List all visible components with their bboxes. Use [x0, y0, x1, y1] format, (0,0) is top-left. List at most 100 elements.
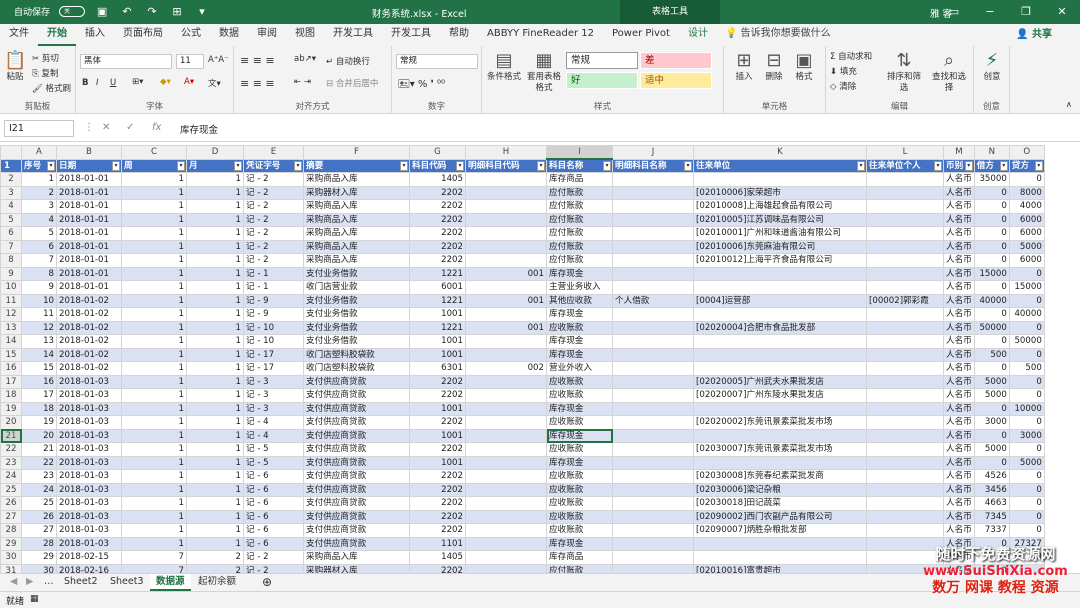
cell[interactable]: 5000 [973, 374, 1010, 389]
cell[interactable]: 库存现金 [546, 347, 613, 362]
row-header[interactable]: 2 [0, 172, 22, 187]
cell[interactable]: 0 [973, 280, 1010, 295]
cell[interactable]: 0 [973, 253, 1010, 268]
cell[interactable]: 应付账款 [546, 212, 613, 227]
cell[interactable] [866, 347, 944, 362]
redo-icon[interactable]: ↷ [144, 5, 160, 18]
cell[interactable]: 6001 [409, 280, 466, 295]
cell[interactable] [612, 509, 694, 524]
cell[interactable] [465, 388, 547, 403]
cell[interactable]: 采购商品入库 [303, 199, 410, 214]
cell[interactable] [612, 334, 694, 349]
filter-dropdown-icon[interactable]: ▾ [537, 160, 545, 171]
filter-dropdown-icon[interactable]: ▾ [177, 160, 185, 171]
select-all-corner[interactable] [0, 145, 22, 160]
cell[interactable]: 2 [186, 550, 244, 565]
cell[interactable]: 应收账款 [546, 469, 613, 484]
cell[interactable]: 收门店塑料胶袋款 [303, 347, 410, 362]
cell[interactable]: 应收账款 [546, 320, 613, 335]
cell[interactable]: 1 [121, 253, 187, 268]
cell[interactable] [693, 401, 867, 416]
tab-file[interactable]: 文件 [0, 24, 38, 46]
cell[interactable]: 应收账款 [546, 509, 613, 524]
cell[interactable]: 1 [186, 212, 244, 227]
header-cell[interactable]: 日期 ▾ [56, 158, 122, 173]
cell[interactable]: 1 [121, 482, 187, 497]
cell[interactable]: 6301 [409, 361, 466, 376]
cell[interactable]: 1 [121, 523, 187, 538]
cell[interactable]: 7337 [973, 523, 1010, 538]
column-header-K[interactable]: K [693, 145, 867, 160]
cell[interactable]: [02090002]西门农副产品有限公司 [693, 509, 867, 524]
cell[interactable]: 0 [1008, 482, 1045, 497]
cell[interactable]: 1 [121, 428, 187, 443]
cell[interactable]: 1 [121, 199, 187, 214]
cell[interactable] [866, 496, 944, 511]
row-header[interactable]: 11 [0, 293, 22, 308]
column-header-G[interactable]: G [409, 145, 466, 160]
filter-dropdown-icon[interactable]: ▾ [684, 160, 692, 171]
cell[interactable] [612, 185, 694, 200]
cell[interactable]: 0 [973, 334, 1010, 349]
cell[interactable]: 1001 [409, 334, 466, 349]
cell[interactable]: 应付账款 [546, 185, 613, 200]
column-header-O[interactable]: O [1008, 145, 1045, 160]
cell[interactable]: 支付供应商贷款 [303, 455, 410, 470]
cell[interactable] [465, 509, 547, 524]
cell[interactable]: 2018-01-02 [56, 320, 122, 335]
insert-cells-button[interactable]: ⊞ 插入 [730, 50, 758, 83]
tab-data[interactable]: 数据 [210, 24, 248, 46]
filter-dropdown-icon[interactable]: ▾ [112, 160, 120, 171]
cell[interactable]: 支付供应商贷款 [303, 523, 410, 538]
cell[interactable]: 人名币 [943, 239, 975, 254]
cell[interactable]: [02030007]东莞讯景素菜批发市场 [693, 442, 867, 457]
cell[interactable]: 应付账款 [546, 253, 613, 268]
cell[interactable]: 1001 [409, 401, 466, 416]
cell[interactable]: 5000 [973, 442, 1010, 457]
cell[interactable]: 6000 [1008, 253, 1045, 268]
cell[interactable]: 应付账款 [546, 226, 613, 241]
save-icon[interactable]: ▣ [94, 5, 110, 18]
cell[interactable]: 2018-01-03 [56, 536, 122, 551]
cell[interactable]: 0 [1008, 374, 1045, 389]
cell[interactable]: 主营业务收入 [546, 280, 613, 295]
cell[interactable]: 2202 [409, 496, 466, 511]
cell[interactable]: 1 [186, 442, 244, 457]
cell[interactable]: 7345 [973, 509, 1010, 524]
cell[interactable]: 500 [1008, 361, 1045, 376]
cell[interactable] [612, 563, 694, 573]
cell[interactable]: [02010008]上海雄起食品有限公司 [693, 199, 867, 214]
cell[interactable]: 001 [465, 266, 547, 281]
cell[interactable] [612, 428, 694, 443]
cell[interactable]: 2 [186, 563, 244, 573]
row-header[interactable]: 4 [0, 199, 22, 214]
cell[interactable]: 19 [21, 415, 57, 430]
cell[interactable]: 支付业务借款 [303, 307, 410, 322]
cell[interactable]: 1 [121, 361, 187, 376]
cell[interactable] [866, 199, 944, 214]
filter-dropdown-icon[interactable]: ▾ [857, 160, 865, 171]
cell[interactable]: 5000 [973, 388, 1010, 403]
cell[interactable]: 2018-01-02 [56, 361, 122, 376]
cell[interactable] [693, 347, 867, 362]
cell[interactable]: 人名币 [943, 172, 975, 187]
sheet-tab-sheet2[interactable]: Sheet2 [58, 574, 104, 591]
cell[interactable]: 27 [21, 523, 57, 538]
cell[interactable]: 12 [21, 320, 57, 335]
cell[interactable]: 2202 [409, 442, 466, 457]
cell[interactable]: 2018-01-01 [56, 199, 122, 214]
cell[interactable]: [02030006]梁记杂粮 [693, 482, 867, 497]
sheet-tab-data-source[interactable]: 数据源 [150, 574, 191, 591]
tab-review[interactable]: 审阅 [248, 24, 286, 46]
cell[interactable]: 5 [21, 226, 57, 241]
cell[interactable] [612, 239, 694, 254]
underline-button[interactable]: U [110, 78, 116, 88]
cell[interactable]: 记 - 2 [243, 212, 304, 227]
cell[interactable]: 1001 [409, 307, 466, 322]
cell[interactable]: 2018-01-03 [56, 469, 122, 484]
align-left-icon[interactable]: ≡ ≡ ≡ [240, 77, 275, 90]
cell[interactable]: 人名币 [943, 185, 975, 200]
cell[interactable]: 2202 [409, 563, 466, 573]
cell[interactable] [612, 253, 694, 268]
filter-dropdown-icon[interactable]: ▾ [456, 160, 464, 171]
